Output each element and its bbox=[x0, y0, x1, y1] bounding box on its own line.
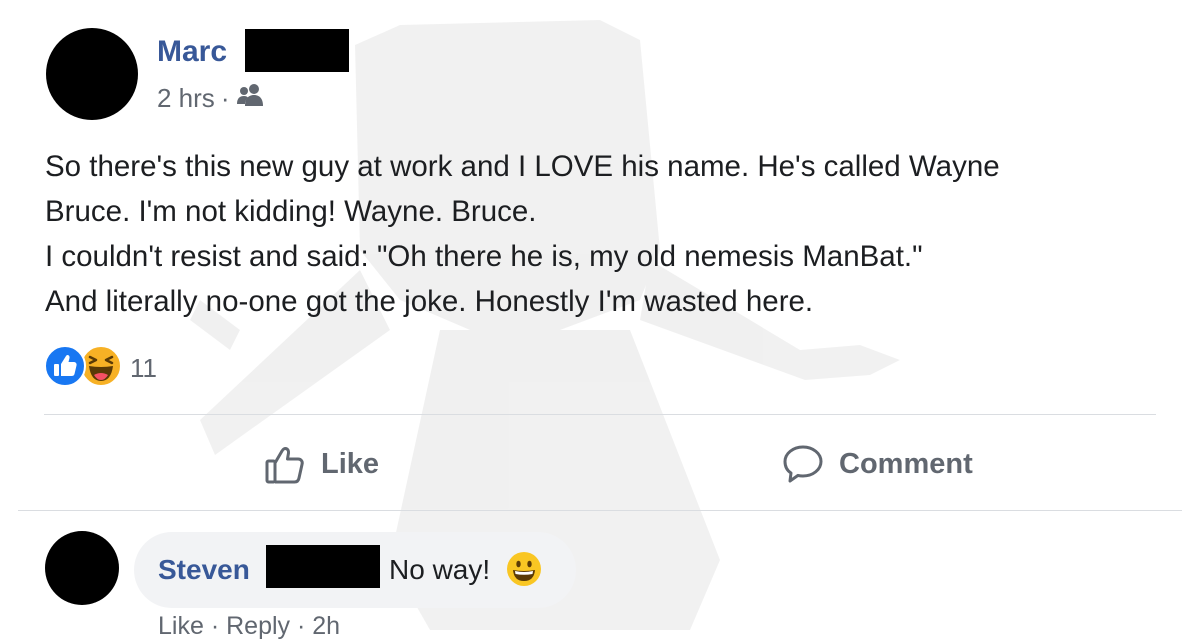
friends-icon bbox=[237, 83, 265, 114]
like-button-label: Like bbox=[321, 447, 380, 480]
post-timestamp[interactable]: 2 hrs bbox=[157, 83, 215, 114]
meta-separator: · bbox=[220, 82, 230, 113]
grinning-face-icon bbox=[506, 551, 542, 598]
post-meta: 2 hrs · bbox=[157, 80, 265, 116]
like-button[interactable]: Like bbox=[263, 438, 379, 490]
post-text: So there's this new guy at work and I LO… bbox=[45, 144, 1165, 324]
comment-button[interactable]: Comment bbox=[781, 438, 973, 490]
comment-actions: Like · Reply · 2h bbox=[158, 611, 340, 641]
comment-time[interactable]: 2h bbox=[312, 612, 340, 640]
post-text-line: I couldn't resist and said: "Oh there he… bbox=[45, 240, 923, 273]
post-text-line: And literally no-one got the joke. Hones… bbox=[45, 285, 814, 318]
post-text-line: So there's this new guy at work and I LO… bbox=[45, 150, 1000, 183]
redacted-surname bbox=[245, 29, 349, 72]
haha-reaction-icon bbox=[80, 344, 122, 392]
comment-text-content: No way! bbox=[389, 554, 491, 585]
comment-actions-separator: · bbox=[210, 612, 220, 640]
reaction-count: 11 bbox=[130, 352, 157, 383]
comment-like-link[interactable]: Like bbox=[158, 612, 204, 640]
thumbs-up-icon bbox=[265, 447, 304, 484]
comment-text: No way! bbox=[389, 550, 542, 598]
reaction-summary[interactable]: 11 bbox=[44, 344, 157, 392]
post-text-line: Bruce. I'm not kidding! Wayne. Bruce. bbox=[45, 195, 537, 228]
commenter-avatar[interactable] bbox=[45, 531, 119, 605]
redacted-commenter-surname bbox=[266, 545, 380, 588]
author-avatar[interactable] bbox=[46, 28, 138, 120]
post-actions-divider-bottom bbox=[18, 510, 1182, 511]
comment-reply-link[interactable]: Reply bbox=[226, 612, 290, 640]
author-name[interactable]: Marc bbox=[157, 32, 227, 72]
post-actions-divider-top bbox=[44, 414, 1156, 415]
like-reaction-icon bbox=[44, 344, 86, 392]
commenter-name[interactable]: Steven bbox=[158, 550, 250, 590]
comment-bubble-icon bbox=[783, 445, 823, 483]
comment-actions-separator: · bbox=[296, 612, 306, 640]
comment-button-label: Comment bbox=[839, 447, 973, 480]
